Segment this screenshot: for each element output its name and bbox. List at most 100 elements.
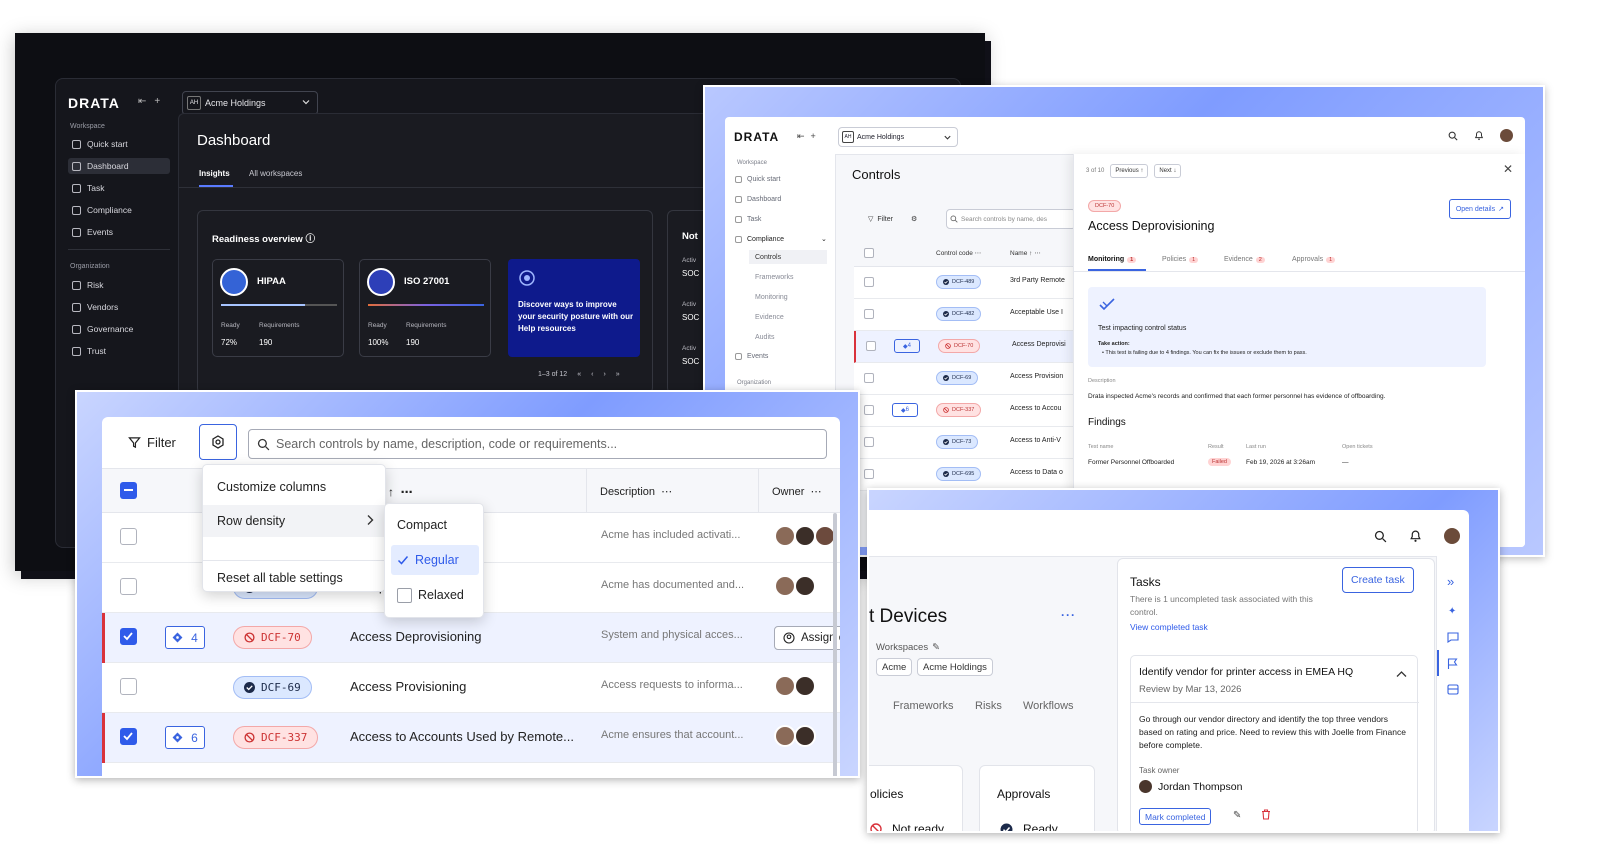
- tab-approvals[interactable]: Approvals 1: [1292, 256, 1336, 263]
- filter-button[interactable]: ▽ Filter ⚙: [868, 215, 917, 224]
- col-name-sort[interactable]: ↑ ⋯: [388, 485, 413, 499]
- filter-button[interactable]: Filter: [128, 435, 176, 450]
- info-icon[interactable]: ⓘ: [305, 234, 315, 245]
- tab-evidence[interactable]: Evidence 2: [1224, 256, 1265, 263]
- col-control-code[interactable]: Control code ⋯: [936, 249, 981, 257]
- sparkle-icon[interactable]: ✦: [1448, 606, 1456, 617]
- framework-card-iso[interactable]: ISO 27001 Ready Requirements 100% 190: [359, 259, 491, 357]
- owner-avatar[interactable]: [774, 675, 796, 697]
- tab-frameworks[interactable]: Frameworks: [893, 700, 954, 712]
- collapse-icon[interactable]: ⇤: [138, 96, 146, 107]
- subnav-monitoring[interactable]: Monitoring: [749, 290, 827, 304]
- open-details-button[interactable]: Open details ↗: [1448, 199, 1511, 219]
- table-settings-button[interactable]: [199, 424, 237, 460]
- plus-icon[interactable]: +: [811, 131, 816, 142]
- tab-risks[interactable]: Risks: [975, 700, 1002, 712]
- row-checkbox[interactable]: [864, 309, 874, 319]
- nav-quick-start[interactable]: Quick start: [735, 172, 780, 186]
- chevron-up-icon[interactable]: [1396, 670, 1407, 678]
- assign-owner-button[interactable]: Assign o: [774, 626, 840, 650]
- search-input[interactable]: Search controls by name, description, co…: [248, 429, 827, 459]
- bell-icon[interactable]: [1409, 529, 1422, 543]
- menu-reset-table-settings[interactable]: Reset all table settings: [203, 562, 387, 594]
- collapse-icon[interactable]: ⇤: [797, 131, 805, 142]
- table-row[interactable]: DCF-69 Access Provision: [854, 363, 1094, 395]
- nav-compliance[interactable]: Compliance ⌄: [735, 232, 827, 246]
- findings-count-badge[interactable]: 6: [165, 726, 205, 749]
- next-button[interactable]: Next ↓: [1154, 164, 1182, 178]
- framework-card-hipaa[interactable]: HIPAA Ready Requirements 72% 190: [212, 259, 344, 357]
- search-input[interactable]: Search controls by name, des: [946, 209, 1076, 229]
- previous-button[interactable]: Previous ↑: [1110, 164, 1149, 178]
- comment-icon[interactable]: [1447, 632, 1459, 643]
- workspace-select[interactable]: AH Acme Holdings: [182, 91, 318, 115]
- table-row[interactable]: 4 DCF-70 Access Deprovisioning System and p…: [102, 613, 840, 663]
- workspace-select[interactable]: AH Acme Holdings: [838, 127, 958, 147]
- owner-avatar[interactable]: [794, 675, 816, 697]
- finding-name[interactable]: Former Personnel Offboarded: [1088, 459, 1174, 466]
- nav-task[interactable]: Task: [68, 180, 170, 196]
- owner-avatar[interactable]: [774, 525, 796, 547]
- close-icon[interactable]: ✕: [1503, 162, 1513, 176]
- row-checkbox[interactable]: [864, 373, 874, 383]
- mark-completed-button[interactable]: Mark completed: [1139, 808, 1212, 825]
- row-checkbox[interactable]: [866, 341, 876, 351]
- drata-logo[interactable]: DRATA: [68, 95, 120, 111]
- owner-avatar[interactable]: [794, 725, 816, 747]
- menu-customize-columns[interactable]: Customize columns: [203, 471, 387, 503]
- row-checkbox[interactable]: [864, 277, 874, 287]
- last-page-icon[interactable]: »: [616, 371, 620, 378]
- approvals-card[interactable]: Approvals Ready: [979, 765, 1095, 831]
- tab-monitoring[interactable]: Monitoring 1: [1088, 256, 1137, 263]
- flag-icon[interactable]: [1447, 658, 1458, 670]
- task-title[interactable]: Identify vendor for printer access in EM…: [1139, 666, 1353, 678]
- create-task-button[interactable]: Create task: [1342, 567, 1414, 593]
- nav-events[interactable]: Events: [735, 349, 768, 363]
- subnav-controls[interactable]: Controls: [749, 250, 827, 264]
- table-row[interactable]: ◆ 4 DCF-70 Access Deprovisi: [854, 331, 1094, 363]
- view-completed-link[interactable]: View completed task: [1130, 622, 1208, 632]
- bell-icon[interactable]: [1474, 130, 1484, 141]
- row-checkbox[interactable]: [864, 405, 874, 415]
- row-checkbox[interactable]: [120, 628, 137, 645]
- density-regular[interactable]: Regular: [391, 545, 479, 575]
- density-compact[interactable]: Compact: [391, 510, 479, 540]
- prev-page-icon[interactable]: ‹: [591, 371, 593, 378]
- search-icon[interactable]: [1374, 530, 1387, 543]
- table-row[interactable]: DCF-482 Acceptable Use I: [854, 299, 1094, 331]
- nav-vendors[interactable]: Vendors: [68, 299, 170, 315]
- owner-avatar[interactable]: [794, 525, 816, 547]
- more-icon[interactable]: ···: [1061, 608, 1076, 622]
- help-promo-card[interactable]: Discover ways to improve your security p…: [508, 259, 640, 357]
- nav-dashboard[interactable]: Dashboard: [735, 192, 781, 206]
- tab-workflows[interactable]: Workflows: [1023, 700, 1074, 712]
- subnav-evidence[interactable]: Evidence: [749, 310, 827, 324]
- collapse-right-icon[interactable]: »: [1447, 574, 1454, 589]
- nav-risk[interactable]: Risk: [68, 277, 170, 293]
- policies-card[interactable]: olicies Not ready: [869, 765, 963, 831]
- findings-count-badge[interactable]: ◆ 6: [892, 403, 918, 417]
- table-row[interactable]: DCF-695 Access to Data o: [854, 459, 1094, 491]
- table-row[interactable]: ◆ 6 DCF-337 Access to Accou: [854, 395, 1094, 427]
- nav-events[interactable]: Events: [68, 224, 170, 240]
- findings-count-badge[interactable]: 4: [165, 626, 205, 649]
- subnav-audits[interactable]: Audits: [749, 330, 827, 344]
- row-checkbox[interactable]: [120, 728, 137, 745]
- nav-quick-start[interactable]: Quick start: [68, 136, 170, 152]
- edit-icon[interactable]: ✎: [932, 642, 940, 653]
- select-all-checkbox[interactable]: [120, 482, 137, 499]
- menu-row-density[interactable]: Row density: [203, 505, 387, 537]
- drata-logo[interactable]: DRATA: [734, 130, 779, 144]
- nav-trust[interactable]: Trust: [68, 343, 170, 359]
- next-page-icon[interactable]: ›: [603, 371, 605, 378]
- row-checkbox[interactable]: [120, 678, 137, 695]
- search-icon[interactable]: [1448, 131, 1458, 141]
- subnav-frameworks[interactable]: Frameworks: [749, 270, 827, 284]
- avatar[interactable]: [1500, 129, 1513, 142]
- trash-icon[interactable]: [1261, 809, 1271, 820]
- table-row[interactable]: 6 DCF-337 Access to Accounts Used by Remot…: [102, 713, 840, 763]
- layout-icon[interactable]: [1447, 684, 1459, 695]
- avatar[interactable]: [1444, 528, 1460, 544]
- edit-icon[interactable]: ✎: [1233, 810, 1241, 821]
- scrollbar[interactable]: [833, 513, 837, 776]
